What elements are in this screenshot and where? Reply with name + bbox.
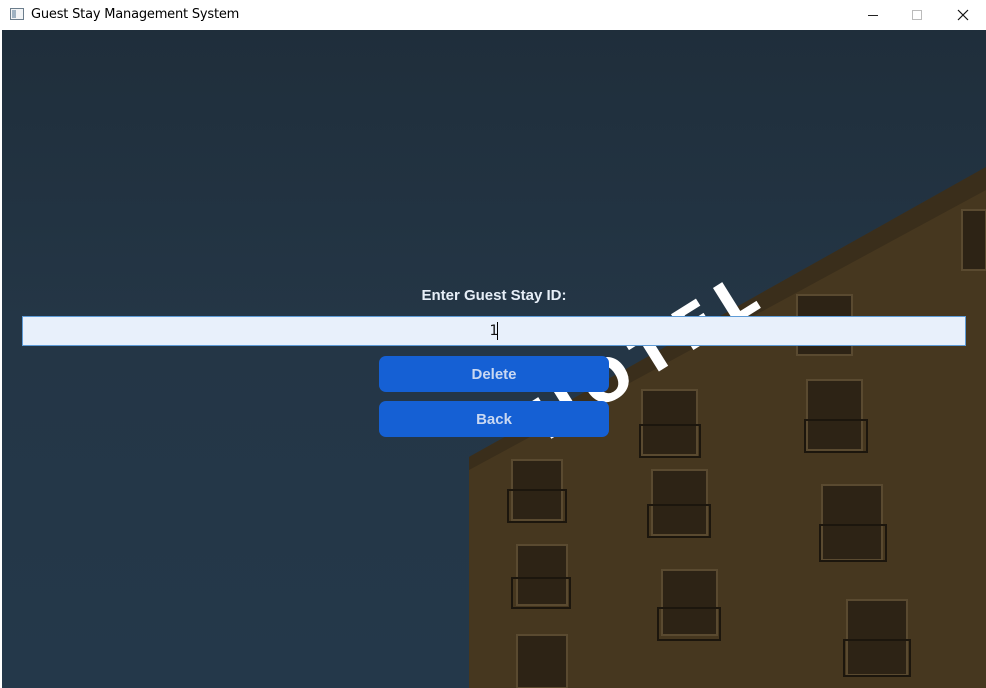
back-button[interactable]: Back (379, 401, 609, 437)
close-icon (957, 9, 969, 21)
guest-stay-id-input[interactable] (22, 316, 966, 346)
maximize-icon (912, 10, 922, 20)
app-window: Guest Stay Management System HOTEL Enter… (0, 0, 986, 688)
maximize-button[interactable] (894, 0, 940, 30)
text-caret (497, 322, 498, 340)
app-icon (10, 8, 24, 20)
delete-button[interactable]: Delete (379, 356, 609, 392)
window-title: Guest Stay Management System (31, 7, 240, 22)
close-button[interactable] (940, 0, 986, 30)
minimize-icon (868, 14, 878, 16)
content-area: HOTEL Enter Guest Stay ID: 1 Delete Back (2, 30, 986, 688)
minimize-button[interactable] (850, 0, 896, 30)
guest-stay-id-label: Enter Guest Stay ID: (421, 287, 567, 304)
title-bar: Guest Stay Management System (0, 0, 986, 30)
